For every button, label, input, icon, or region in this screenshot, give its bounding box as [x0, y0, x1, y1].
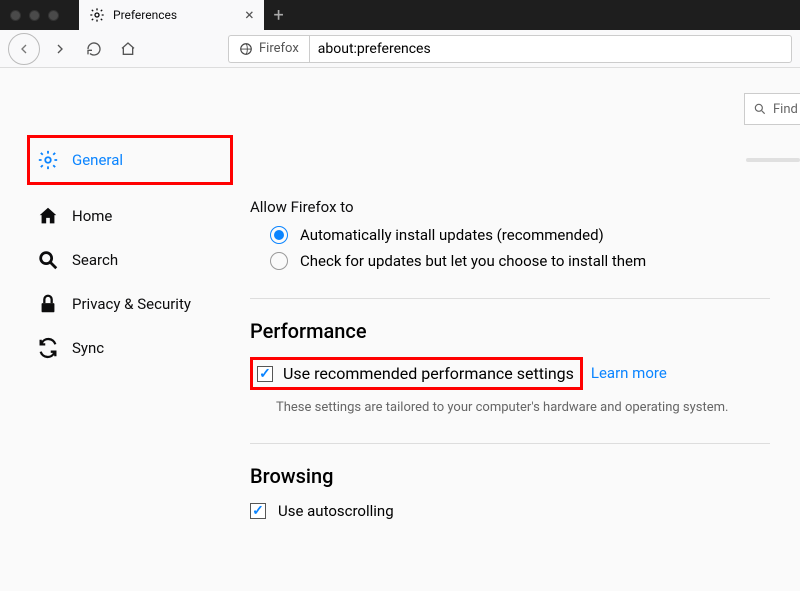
tab-strip: Preferences × +	[79, 0, 294, 30]
tab-close-button[interactable]: ×	[245, 7, 254, 23]
preferences-content: Find Allow Firefox to Automatically inst…	[250, 68, 800, 591]
back-button[interactable]	[8, 33, 40, 65]
sync-icon	[36, 336, 60, 360]
use-recommended-checkbox[interactable]	[257, 366, 273, 382]
annotation-highlight-performance: Use recommended performance settings	[250, 357, 583, 390]
identity-box[interactable]: Firefox	[228, 35, 309, 63]
url-input[interactable]	[309, 35, 792, 63]
sidebar-item-label: Home	[72, 207, 112, 225]
section-divider	[250, 298, 770, 299]
browsing-section: Browsing Use autoscrolling	[250, 464, 800, 520]
maximize-window[interactable]	[48, 10, 59, 21]
home-button[interactable]	[114, 35, 142, 63]
sidebar-item-home[interactable]: Home	[30, 194, 230, 238]
option-label: Check for updates but let you choose to …	[300, 252, 646, 270]
sidebar-item-label: Privacy & Security	[72, 295, 191, 313]
browsing-heading: Browsing	[250, 464, 770, 488]
sidebar-item-privacy[interactable]: Privacy & Security	[30, 282, 230, 326]
radio-button[interactable]	[270, 252, 288, 270]
search-icon	[753, 102, 767, 116]
firefox-icon	[239, 42, 253, 56]
autoscroll-checkbox[interactable]	[250, 503, 266, 519]
autoscroll-option[interactable]: Use autoscrolling	[250, 502, 770, 520]
lock-icon	[36, 292, 60, 316]
sidebar-item-label: Search	[72, 251, 118, 269]
tab-preferences[interactable]: Preferences ×	[79, 0, 264, 30]
updates-auto-option[interactable]: Automatically install updates (recommend…	[270, 226, 770, 244]
minimize-window[interactable]	[29, 10, 40, 21]
window-controls	[10, 10, 59, 21]
performance-learn-more-link[interactable]: Learn more	[591, 364, 667, 382]
updates-check-option[interactable]: Check for updates but let you choose to …	[270, 252, 770, 270]
performance-heading: Performance	[250, 319, 770, 343]
sidebar-item-sync[interactable]: Sync	[30, 326, 230, 370]
use-recommended-label: Use recommended performance settings	[283, 364, 574, 383]
sidebar-item-search[interactable]: Search	[30, 238, 230, 282]
gear-icon	[36, 148, 60, 172]
gear-icon	[89, 7, 105, 23]
sidebar-item-label: Sync	[72, 339, 104, 357]
performance-section: Performance Use recommended performance …	[250, 319, 800, 415]
autoscroll-label: Use autoscrolling	[278, 502, 394, 520]
radio-button[interactable]	[270, 226, 288, 244]
find-in-preferences[interactable]: Find	[744, 93, 800, 125]
sidebar-item-general[interactable]: General	[30, 138, 230, 182]
titlebar: Preferences × +	[0, 0, 800, 30]
forward-button[interactable]	[46, 35, 74, 63]
reload-button[interactable]	[80, 35, 108, 63]
nav-toolbar: Firefox	[0, 30, 800, 68]
preferences-page: General Home Search Privacy & Security	[0, 68, 800, 591]
search-icon	[36, 248, 60, 272]
find-placeholder: Find	[773, 102, 798, 117]
option-label: Automatically install updates (recommend…	[300, 226, 604, 244]
updates-section: Allow Firefox to Automatically install u…	[250, 198, 800, 270]
urlbar-container: Firefox	[228, 35, 792, 63]
sidebar-item-label: General	[72, 151, 123, 169]
category-sidebar: General Home Search Privacy & Security	[0, 68, 250, 591]
new-tab-button[interactable]: +	[264, 0, 294, 30]
section-divider	[250, 443, 770, 444]
scroll-hint	[746, 158, 800, 162]
performance-description: These settings are tailored to your comp…	[276, 400, 770, 415]
close-window[interactable]	[10, 10, 21, 21]
home-icon	[36, 204, 60, 228]
identity-label: Firefox	[259, 41, 299, 56]
annotation-highlight-general: General	[27, 135, 233, 185]
updates-allow-label: Allow Firefox to	[250, 198, 770, 216]
tab-title: Preferences	[113, 8, 177, 22]
